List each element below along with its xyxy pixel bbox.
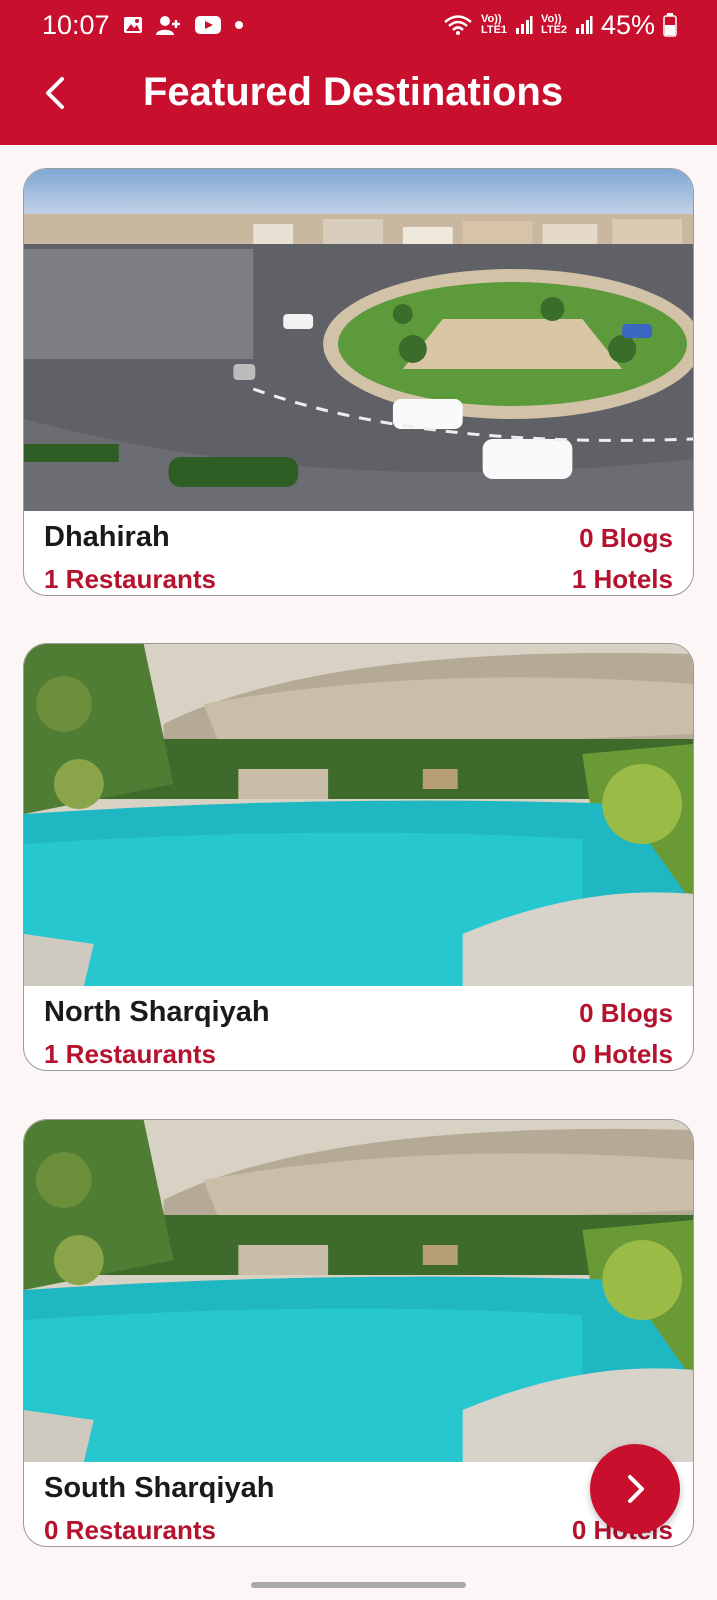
back-button[interactable]	[30, 68, 80, 118]
image-icon	[123, 17, 142, 33]
hotels-count: 1 Hotels	[571, 564, 673, 594]
home-indicator[interactable]	[251, 1582, 466, 1588]
dot-icon	[234, 21, 243, 29]
next-fab-button[interactable]	[590, 1444, 680, 1534]
page-title: Featured Destinations	[143, 70, 564, 114]
chevron-left-icon	[46, 77, 64, 109]
destination-image	[24, 1120, 693, 1462]
battery-percent: 45%	[600, 9, 655, 40]
app-header: 10:07 Vo)) LTE1 Vo)) LTE2 45% Featured D…	[0, 0, 717, 145]
destination-name: South Sharqiyah	[44, 1472, 275, 1504]
battery-icon	[663, 13, 677, 37]
destination-image	[24, 169, 693, 511]
hotels-count: 0 Hotels	[571, 1039, 673, 1069]
destination-name: North Sharqiyah	[44, 996, 270, 1028]
youtube-icon	[194, 16, 221, 34]
status-time: 10:07	[42, 9, 110, 40]
status-bar: 10:07 Vo)) LTE1 Vo)) LTE2 45%	[0, 0, 717, 50]
signal-icon-2	[575, 16, 593, 34]
restaurants-count: 0 Restaurants	[44, 1515, 216, 1545]
destination-image	[24, 644, 693, 986]
destination-card-north-sharqiyah[interactable]: North Sharqiyah 0 Blogs 1 Restaurants 0 …	[23, 643, 694, 1071]
wifi-icon	[444, 15, 472, 35]
destination-name: Dhahirah	[44, 521, 170, 553]
blogs-count: 0 Blogs	[579, 523, 673, 553]
restaurants-count: 1 Restaurants	[44, 1039, 216, 1069]
destination-card-dhahirah[interactable]: Dhahirah 0 Blogs 1 Restaurants 1 Hotels	[23, 168, 694, 596]
chevron-right-icon	[628, 1475, 644, 1503]
person-add-icon	[155, 16, 180, 35]
sim1-label: Vo)) LTE1	[480, 13, 508, 36]
signal-icon	[515, 16, 533, 34]
title-row: Featured Destinations	[0, 60, 717, 130]
blogs-count: 0 Blogs	[579, 998, 673, 1028]
sim2-label: Vo)) LTE2	[540, 13, 568, 36]
restaurants-count: 1 Restaurants	[44, 564, 216, 594]
